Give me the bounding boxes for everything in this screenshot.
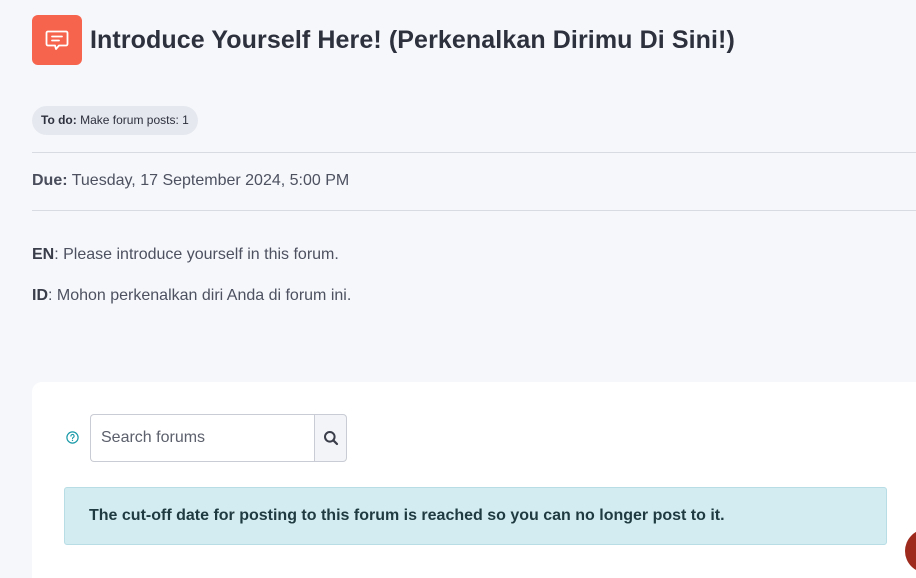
description-id-text: : Mohon perkenalkan diri Anda di forum i… (48, 287, 352, 304)
todo-text: Make forum posts: 1 (80, 113, 189, 127)
search-button[interactable] (314, 414, 347, 462)
todo-badge: To do: Make forum posts: 1 (32, 106, 198, 135)
due-date: Due: Tuesday, 17 September 2024, 5:00 PM (32, 172, 349, 190)
description-en-label: EN (32, 246, 55, 263)
forum-page: Introduce Yourself Here! (Perkenalkan Di… (0, 0, 916, 578)
description-id-label: ID (32, 287, 48, 304)
page-title: Introduce Yourself Here! (Perkenalkan Di… (90, 25, 735, 54)
description-id: ID: Mohon perkenalkan diri Anda di forum… (32, 287, 351, 305)
search-forums (90, 414, 347, 462)
cutoff-alert: The cut-off date for posting to this for… (64, 487, 887, 545)
due-label: Due: (32, 172, 68, 189)
search-input[interactable] (90, 414, 314, 462)
discussion-card (32, 382, 916, 578)
todo-label: To do: (41, 113, 77, 127)
search-icon (323, 431, 338, 446)
help-icon[interactable] (66, 431, 79, 444)
page-header: Introduce Yourself Here! (Perkenalkan Di… (32, 15, 735, 65)
description-en-text: : Please introduce yourself in this foru… (54, 246, 339, 263)
divider (32, 152, 916, 153)
divider (32, 210, 916, 211)
forum-icon (32, 15, 82, 65)
forum-icon-glyph (45, 30, 69, 50)
description-en: EN: Please introduce yourself in this fo… (32, 246, 339, 264)
due-value: Tuesday, 17 September 2024, 5:00 PM (71, 172, 350, 189)
